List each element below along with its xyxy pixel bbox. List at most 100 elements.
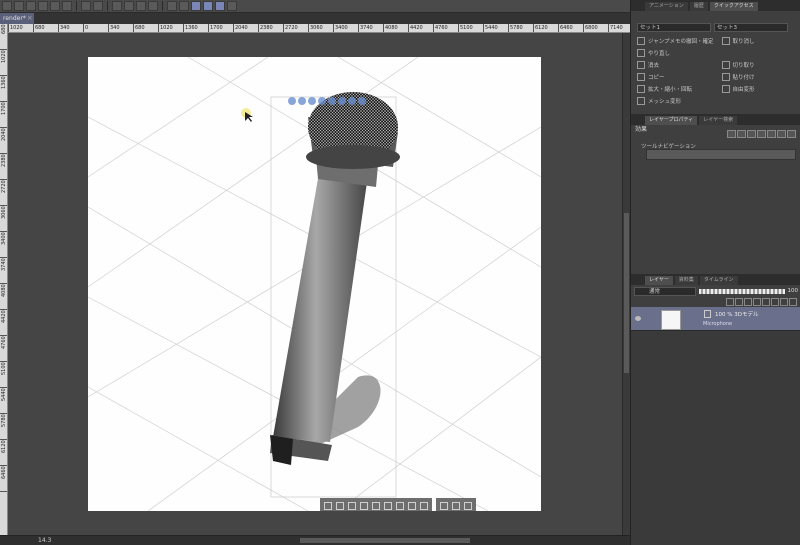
camera-icon[interactable] — [360, 501, 368, 510]
ruler-tick-label: 2720 — [0, 180, 7, 206]
settings-icon[interactable] — [62, 1, 72, 11]
set-selector[interactable]: セット1 — [637, 23, 711, 32]
vertical-scroll-thumb[interactable] — [624, 213, 629, 373]
3d-move-manipulator[interactable] — [288, 97, 388, 107]
clip-icon[interactable] — [726, 298, 734, 306]
ruler-tick-label: 5780 — [0, 414, 7, 440]
ruler-tick-label: 4420 — [0, 310, 7, 336]
snap-grid-icon[interactable] — [203, 1, 213, 11]
palette-icon[interactable] — [789, 298, 797, 306]
selection-clear-icon[interactable] — [112, 1, 122, 11]
move-plane-icon[interactable] — [318, 97, 326, 105]
panel-tab[interactable]: クイックアクセス — [709, 2, 758, 11]
fit-icon[interactable] — [372, 501, 380, 510]
save-icon[interactable] — [26, 1, 36, 11]
ruler-tick-label: 3740 — [358, 24, 383, 32]
rotate-axis-icon[interactable] — [338, 97, 346, 105]
pose-icon[interactable] — [384, 501, 392, 510]
move-3d-icon[interactable] — [348, 97, 356, 105]
vertical-scrollbar[interactable] — [622, 33, 630, 535]
layer-icon[interactable] — [440, 501, 448, 510]
print-icon[interactable] — [50, 1, 60, 11]
mask-icon[interactable] — [452, 501, 460, 510]
ruler-icon[interactable] — [780, 298, 788, 306]
tool-navigation-button[interactable] — [646, 149, 796, 160]
transform-icon[interactable] — [148, 1, 158, 11]
new-icon[interactable] — [2, 1, 12, 11]
texture-icon[interactable] — [757, 130, 766, 138]
ruler-tick-label: 2720 — [283, 24, 308, 32]
grid-icon[interactable] — [167, 1, 177, 11]
blend-mode-select[interactable]: 通常 — [634, 286, 696, 296]
ruler-tick-label: 4080 — [0, 284, 7, 310]
ruler-tick-label: 5100 — [458, 24, 483, 32]
tone-effect-icon[interactable] — [737, 130, 746, 138]
next-icon[interactable] — [336, 501, 344, 510]
quick-access-label: やり直し — [648, 50, 671, 57]
panel-tab[interactable]: レイヤープロパティ — [645, 116, 698, 125]
camera-rotate-icon[interactable] — [288, 97, 296, 105]
open-icon[interactable] — [14, 1, 24, 11]
lock-icon[interactable] — [420, 501, 428, 510]
export-icon[interactable] — [38, 1, 48, 11]
more-icon[interactable] — [787, 130, 796, 138]
fill-icon[interactable] — [124, 1, 134, 11]
settings-icon[interactable] — [464, 501, 472, 510]
quick-access-item[interactable]: 貼り付け — [716, 71, 800, 82]
document-tab[interactable]: render* × — [0, 13, 34, 24]
panel-tab[interactable]: レイヤー検索 — [699, 116, 738, 125]
lock-icon[interactable] — [753, 298, 761, 306]
crop-icon[interactable] — [136, 1, 146, 11]
undo-icon[interactable] — [81, 1, 91, 11]
edit-icon[interactable] — [348, 501, 356, 510]
visibility-icon[interactable] — [635, 316, 641, 321]
ruler-tick-label: 6120 — [0, 440, 7, 466]
quick-access-item[interactable]: 自由変形 — [716, 83, 800, 94]
reference-icon[interactable] — [735, 298, 743, 306]
blend-icon[interactable] — [777, 130, 786, 138]
rotate-icon[interactable] — [328, 97, 336, 105]
quick-access-item[interactable]: 切り取り — [716, 59, 800, 70]
camera-dolly-icon[interactable] — [308, 97, 316, 105]
quick-access-item[interactable]: 取り消し — [716, 35, 800, 46]
quick-access-item[interactable]: 拡大・縮小・回転 — [631, 83, 716, 94]
canvas-area[interactable] — [8, 33, 622, 535]
quick-access-item[interactable]: メッシュ変形 — [631, 95, 716, 106]
quick-access-item[interactable]: ジャンプメモの撤回・確定 — [631, 35, 716, 46]
mask-icon[interactable] — [771, 298, 779, 306]
layer-controls: 通常 100 — [631, 285, 800, 297]
ruler-icon[interactable] — [179, 1, 189, 11]
transparency-lock-icon[interactable] — [762, 298, 770, 306]
panel-tab[interactable]: 資料集 — [674, 276, 698, 285]
prev-icon[interactable] — [324, 501, 332, 510]
camera-pan-icon[interactable] — [298, 97, 306, 105]
panel-tab[interactable]: レイヤー — [645, 276, 673, 285]
line-extract-icon[interactable] — [767, 130, 776, 138]
scale-icon[interactable] — [358, 97, 366, 105]
opacity-slider[interactable] — [699, 288, 785, 294]
ruler-tick-label: 3400 — [333, 24, 358, 32]
3d-scene[interactable] — [88, 57, 541, 511]
quick-access-item[interactable]: コピー — [631, 71, 716, 82]
zoom-level[interactable]: 14.3 — [38, 537, 51, 544]
horizontal-scroll-thumb[interactable] — [300, 538, 470, 543]
canvas-paper[interactable] — [88, 57, 541, 511]
close-icon[interactable]: × — [27, 13, 33, 24]
border-effect-icon[interactable] — [727, 130, 736, 138]
ground-icon[interactable] — [396, 501, 404, 510]
quick-access-item[interactable]: 消去 — [631, 59, 716, 70]
set-name-field[interactable]: セット3 — [714, 23, 788, 32]
draft-icon[interactable] — [744, 298, 752, 306]
panel-tab[interactable]: 履歴 — [689, 2, 708, 11]
panel-tab[interactable]: アニメーション — [645, 2, 688, 11]
panel-tab[interactable]: タイムライン — [699, 276, 738, 285]
ruler-tick-label: 3060 — [308, 24, 333, 32]
layer-color-icon[interactable] — [747, 130, 756, 138]
redo-icon[interactable] — [93, 1, 103, 11]
3d-icon[interactable] — [227, 1, 237, 11]
quick-access-label: 貼り付け — [732, 74, 755, 81]
quick-access-item[interactable]: やり直し — [631, 47, 716, 58]
snap-ruler-icon[interactable] — [191, 1, 201, 11]
light-icon[interactable] — [408, 501, 416, 510]
snap-special-ruler-icon[interactable] — [215, 1, 225, 11]
